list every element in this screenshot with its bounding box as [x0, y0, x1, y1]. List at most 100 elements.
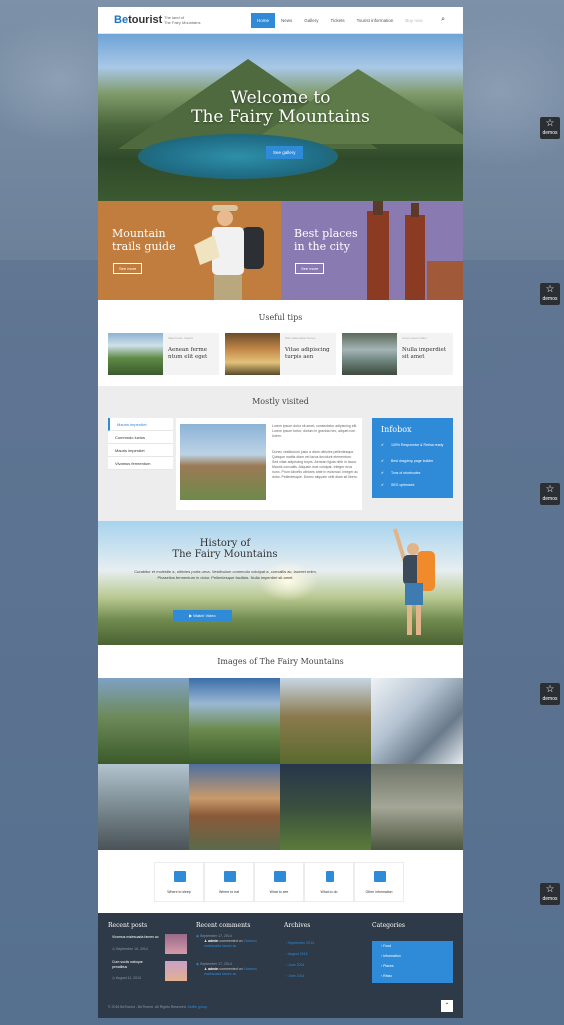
useful-tips-title: Useful tips	[258, 313, 303, 322]
tip-title: Nulla imperdiet sit amet	[402, 347, 447, 360]
what-to-do-link[interactable]: What to do	[304, 862, 354, 902]
gallery-image[interactable]	[189, 764, 280, 850]
sun-glow	[258, 561, 318, 601]
archive-link[interactable]: › June 2014	[286, 971, 314, 982]
tip-meta: Nisl malesuada Tumes	[285, 336, 316, 340]
tip-card[interactable]: Nisl malesuada Tumes Vitae adipiscing tur…	[225, 333, 336, 375]
tower-spire	[373, 201, 383, 215]
book-icon	[224, 871, 236, 882]
post-thumbnail[interactable]	[165, 934, 187, 954]
tab-commodo-luctus[interactable]: Commodo luctus	[108, 431, 173, 444]
hiker-image	[194, 205, 264, 300]
check-icon: ✔	[381, 443, 384, 447]
where-to-sleep-link[interactable]: Where to sleep	[154, 862, 204, 902]
gallery-image[interactable]	[371, 764, 463, 850]
church-tower	[405, 215, 425, 300]
mostly-visited-section: Mostly visited Mauris imperdiet Commodo …	[98, 386, 463, 521]
demos-button[interactable]: ☆ demos	[540, 117, 560, 139]
demos-button[interactable]: ☆ demos	[540, 483, 560, 505]
nav-gallery[interactable]: Gallery	[298, 13, 324, 28]
category-link[interactable]: › Food	[372, 941, 453, 951]
copyright: © 2016 BeTourist - BeTheme. All Rights R…	[108, 1005, 208, 1009]
infobox-item: ✔ SEO optimized	[381, 483, 415, 487]
gallery-grid	[98, 678, 463, 850]
tab-mauris-imperdiet-2[interactable]: Mauris imperdiet	[108, 444, 173, 457]
gallery-image[interactable]	[98, 764, 189, 850]
tab-content: Lorem ipsum dolor sit amet, consectetur …	[176, 418, 362, 510]
star-icon: ☆	[545, 284, 555, 295]
icon-label: Other information	[365, 890, 393, 894]
gallery-title: Images of The Fairy Mountains	[217, 657, 344, 666]
church-tower	[367, 211, 389, 300]
tip-meta: Lorem ipsum dolor	[402, 336, 427, 340]
main-nav: Home News Gallery Tickets Tourist inform…	[251, 13, 429, 28]
recent-comments-title: Recent comments	[196, 922, 251, 929]
hiker-image	[393, 528, 435, 635]
history-title: History of The Fairy Mountains	[172, 538, 278, 560]
nav-buy-now[interactable]: Buy now	[399, 13, 428, 28]
gallery-image[interactable]	[280, 678, 371, 764]
camera-icon	[274, 871, 286, 882]
gallery-image[interactable]	[371, 678, 463, 764]
gallery-image[interactable]	[98, 678, 189, 764]
tab-content-image	[180, 424, 266, 500]
promo-title: Mountain trails guide	[112, 227, 176, 253]
building-shape	[427, 261, 463, 300]
nav-home[interactable]: Home	[251, 13, 276, 28]
tab-text: Lorem ipsum dolor sit amet, consectetur …	[272, 424, 358, 438]
categories-list: › Food › Information › Places › Relax	[372, 941, 453, 983]
see-more-button[interactable]: See more	[295, 263, 325, 274]
nav-news[interactable]: News	[275, 13, 298, 28]
gallery-image[interactable]	[280, 764, 371, 850]
promo-mountain-trails[interactable]: Mountain trails guide See more	[98, 201, 281, 300]
star-icon: ☆	[545, 118, 555, 129]
infobox: Infobox ✔ 100% Responsive & Retina ready …	[372, 418, 453, 498]
icon-label: What to see	[269, 890, 289, 894]
tab-vivamus-fermentum[interactable]: Vivamus fermentum	[108, 457, 173, 470]
tower-spire	[411, 203, 419, 217]
check-icon: ✔	[381, 459, 384, 463]
recent-post[interactable]: Cum sociis natoque penatibus	[112, 960, 160, 970]
tab-mauris-imperdiet[interactable]: Mauris imperdiet	[108, 418, 173, 431]
category-link[interactable]: › Relax	[372, 971, 453, 981]
nav-tourist-information[interactable]: Tourist information	[351, 13, 400, 28]
tip-card[interactable]: Aliqu lorem mauris Aenean ferme ntum elit…	[108, 333, 219, 375]
infobox-item: ✔ Best dragdrop page builder	[381, 459, 434, 463]
archive-link[interactable]: › June 2014	[286, 960, 314, 971]
archive-link[interactable]: › September 2014	[286, 938, 314, 949]
recent-post[interactable]: Vivamus malesuada fames ac	[112, 935, 160, 940]
tip-meta: Aliqu lorem mauris	[168, 336, 193, 340]
gallery-image[interactable]	[189, 678, 280, 764]
category-link[interactable]: › Places	[372, 961, 453, 971]
demos-button[interactable]: ☆ demos	[540, 683, 560, 705]
promo-best-places[interactable]: Best places in the city See more	[281, 201, 463, 300]
category-link[interactable]: › Information	[372, 951, 453, 961]
promo-section: Mountain trails guide See more Best place…	[98, 201, 463, 300]
see-more-button[interactable]: See more	[113, 263, 143, 274]
demos-button[interactable]: ☆ demos	[540, 283, 560, 305]
logo[interactable]: Betourist	[114, 14, 162, 26]
tip-title: Vitae adipiscing turpis aen	[285, 347, 330, 360]
search-icon[interactable]: ⌕	[441, 16, 445, 24]
post-date: ◷ August 11, 2014	[112, 976, 142, 980]
nav-tickets[interactable]: Tickets	[325, 13, 351, 28]
what-to-see-link[interactable]: What to see	[254, 862, 304, 902]
watch-video-button[interactable]: ▶ Watch Video	[173, 610, 232, 621]
tab-list: Mauris imperdiet Commodo luctus Mauris i…	[108, 418, 173, 470]
infobox-title: Infobox	[381, 425, 412, 434]
other-information-link[interactable]: Other information	[354, 862, 404, 902]
post-thumbnail[interactable]	[165, 961, 187, 981]
signpost-icon	[326, 871, 334, 882]
footer: Recent posts Vivamus malesuada fames ac …	[98, 913, 463, 1018]
back-to-top-button[interactable]: ⌃	[441, 1000, 453, 1012]
recent-posts-title: Recent posts	[108, 922, 148, 929]
where-to-eat-link[interactable]: Where to eat	[204, 862, 254, 902]
muffin-group-link[interactable]: Muffin group	[188, 1005, 207, 1009]
tip-card[interactable]: Lorem ipsum dolor Nulla imperdiet sit ame…	[342, 333, 453, 375]
post-date: ◷ September 16, 2014	[112, 947, 148, 951]
see-gallery-button[interactable]: See gallery	[266, 146, 303, 159]
demos-button[interactable]: ☆ demos	[540, 883, 560, 905]
history-section: History of The Fairy Mountains Curabitur …	[98, 521, 463, 645]
check-icon: ✔	[381, 471, 384, 475]
archive-link[interactable]: › August 2014	[286, 949, 314, 960]
